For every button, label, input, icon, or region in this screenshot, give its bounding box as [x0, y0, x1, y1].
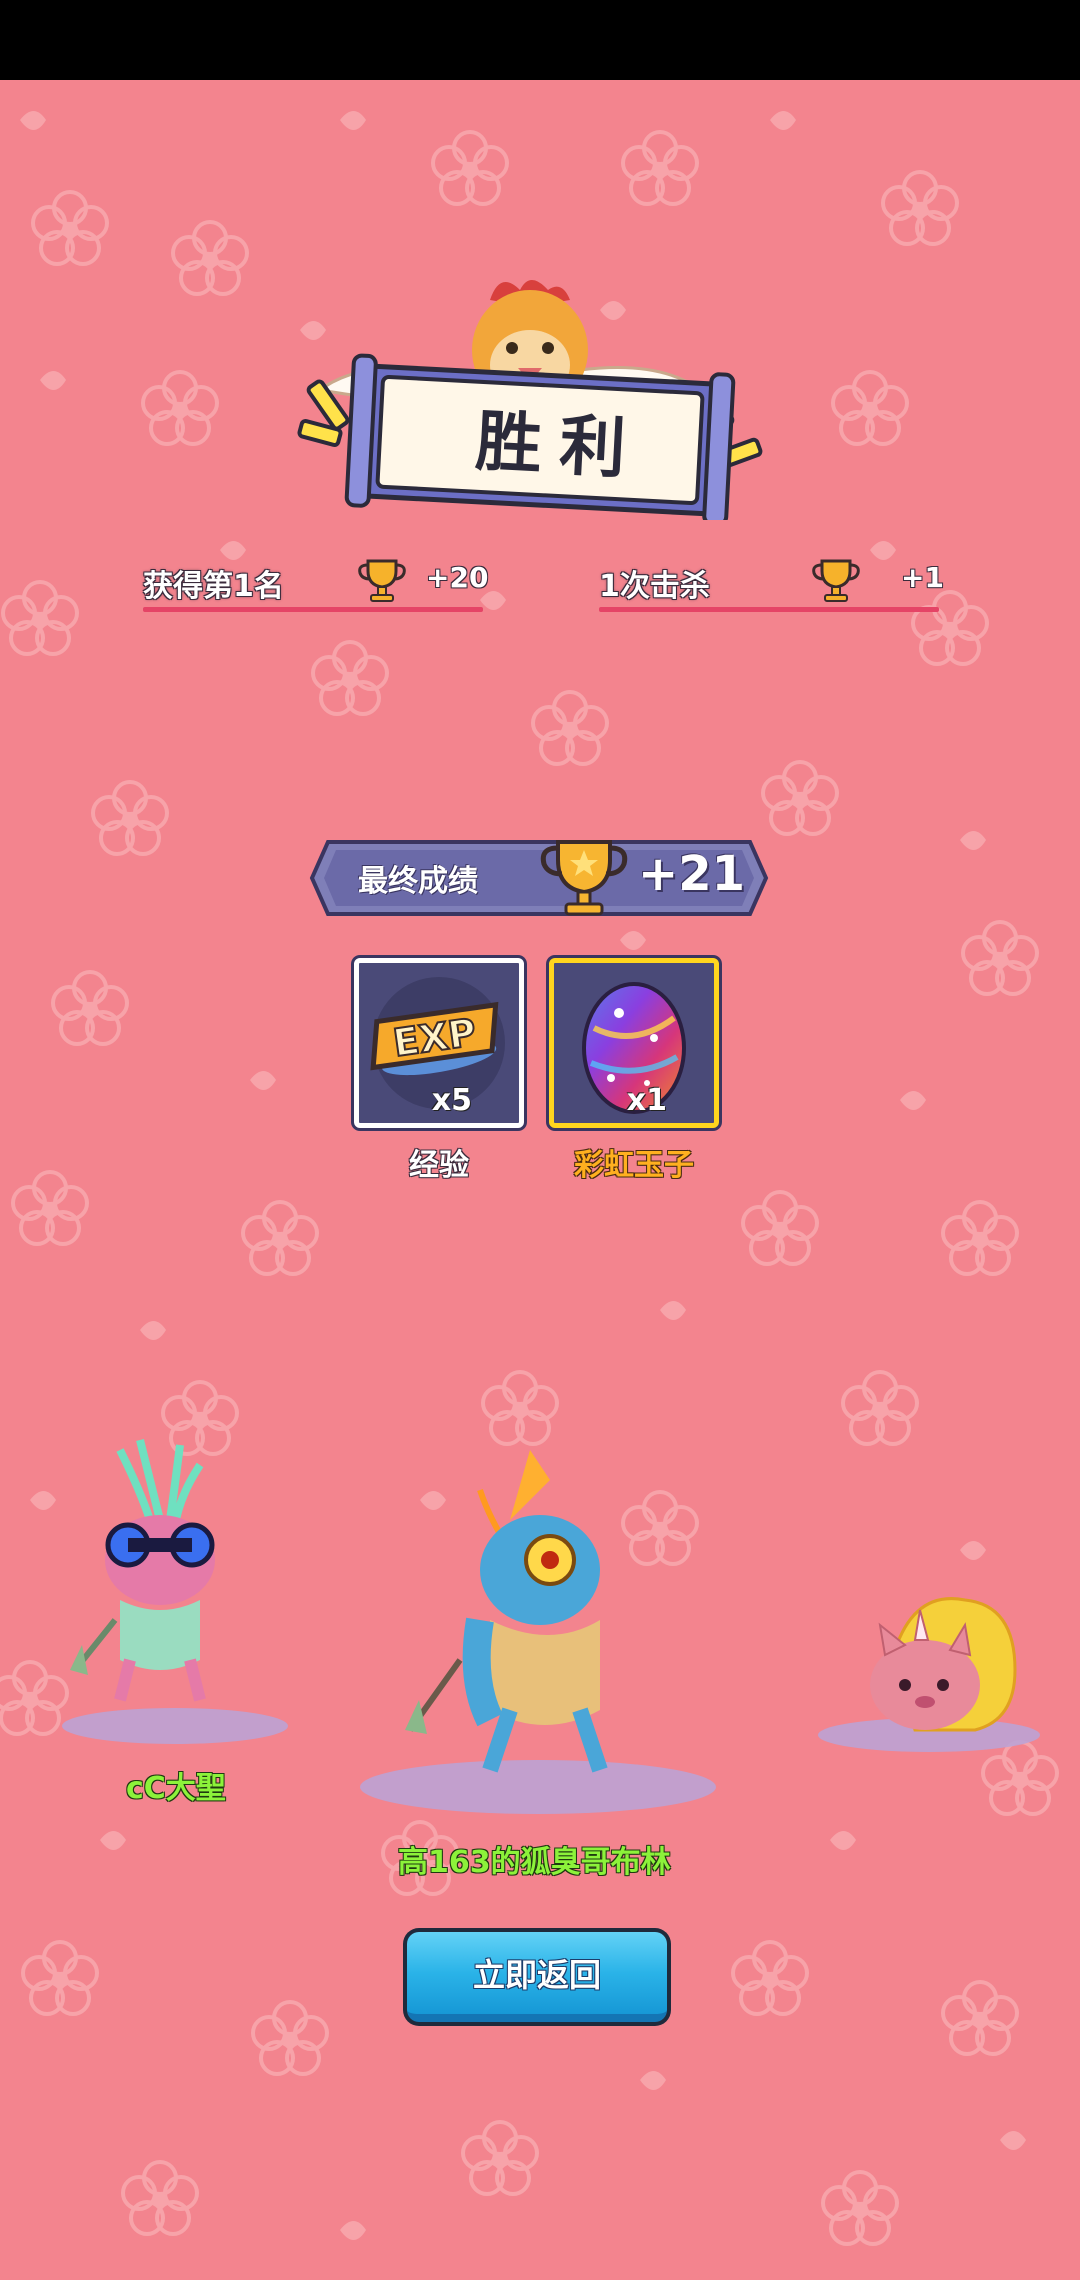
final-score-label: 最终成绩	[358, 864, 478, 899]
return-button[interactable]: 立即返回	[403, 1928, 671, 2026]
reward-quantity: x1	[626, 1083, 667, 1118]
pet-player-name: cC大聖	[126, 1771, 226, 1806]
trophy-icon	[358, 559, 406, 602]
reward-egg-name: 彩虹玉子	[574, 1148, 694, 1183]
blue-lizard-pet[interactable]	[390, 1440, 650, 1800]
status-bar	[0, 0, 1080, 80]
stat-divider	[143, 607, 483, 612]
pink-hedgehog-pet[interactable]	[855, 1590, 1025, 1740]
victory-banner: 胜利	[290, 260, 790, 520]
stat-kills-label: 1次击杀	[599, 569, 710, 604]
stat-divider	[599, 607, 939, 612]
final-score-bar: 最终成绩 +21	[308, 838, 770, 918]
final-score-value: +21	[638, 846, 746, 902]
stat-kills-value: +1	[901, 561, 944, 594]
trophy-icon	[540, 840, 628, 916]
reward-exp-name: 经验	[409, 1148, 469, 1183]
reward-exp[interactable]: EXP x5	[354, 958, 524, 1128]
stat-rank-value: +20	[426, 561, 489, 594]
stat-kills: 1次击杀 +1	[599, 555, 944, 615]
pet-player-name: 高163的狐臭哥布林	[398, 1845, 671, 1880]
pink-lizard-pet[interactable]	[60, 1430, 260, 1730]
stat-rank-label: 获得第1名	[143, 569, 284, 604]
reward-quantity: x5	[431, 1083, 472, 1118]
reward-rainbow-egg[interactable]: x1	[549, 958, 719, 1128]
stat-rank: 获得第1名 +20	[143, 555, 488, 615]
return-button-label: 立即返回	[407, 1932, 667, 2022]
trophy-icon	[812, 559, 860, 602]
victory-title: 胜利	[473, 402, 646, 489]
